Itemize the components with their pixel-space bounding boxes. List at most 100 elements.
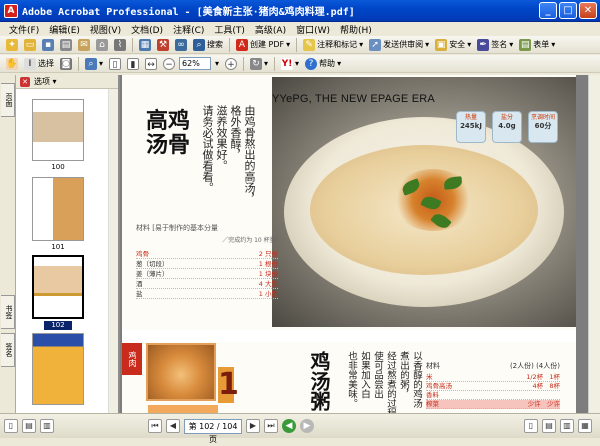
help-button[interactable]: ? 帮助 ▾ <box>303 56 343 72</box>
thumbnail-scrollbar[interactable] <box>108 89 118 413</box>
menu-view[interactable]: 视图(V) <box>85 23 126 36</box>
zoom-dropdown[interactable]: ▾ <box>213 56 221 72</box>
page-thumbnail[interactable] <box>32 99 84 161</box>
comments-markup-button[interactable]: ✎ 注释和标记 ▾ <box>301 37 365 53</box>
secondary-toolbar: ✋ I 选择 ◙ ⌕ ▾ ▯ ▮ ↔ − 62% ▾ + ↻ ▾ Y! ▾ ? 帮助 ▾ <box>0 55 600 73</box>
zoom-tool-button[interactable]: ⌕ ▾ <box>83 56 105 72</box>
send-review-button[interactable]: ➚ 发送供审阅 ▾ <box>367 37 431 53</box>
menu-file[interactable]: 文件(F) <box>4 23 44 36</box>
maximize-button[interactable]: □ <box>559 2 577 19</box>
go-forward-button[interactable]: ▶ <box>300 419 314 433</box>
organizer-button[interactable]: ⌂ <box>94 37 110 53</box>
page-thumbnail[interactable] <box>32 177 84 241</box>
page-thumbnail[interactable] <box>32 333 84 405</box>
document-view[interactable]: 热量 245kJ 盐分 4.0g 烹调时间 60分 YYePG, THE NEW EP… <box>120 75 588 413</box>
camera-icon: ◙ <box>60 57 72 70</box>
select-tool-button[interactable]: I 选择 <box>22 56 56 72</box>
open-button[interactable]: ▭ <box>22 37 38 53</box>
send-review-icon: ➚ <box>369 38 382 51</box>
recipe-text-line: 如果加入白 <box>359 351 370 399</box>
save-button[interactable]: ▪ <box>40 37 56 53</box>
document-scrollbar[interactable] <box>588 75 600 413</box>
print-button[interactable]: ▤ <box>58 37 74 53</box>
next-page-button[interactable]: ▶ <box>246 419 260 433</box>
first-page-button[interactable]: ⏮ <box>148 419 162 433</box>
recipe-row-name: 香料 <box>426 391 439 399</box>
create-new-button[interactable]: ✦ <box>4 37 20 53</box>
yahoo-button[interactable]: Y! ▾ <box>279 56 301 72</box>
ingredient-row: 盐 1 小匙 <box>136 289 278 299</box>
tools-icon: ⚒ <box>157 38 169 51</box>
menu-help[interactable]: 帮助(H) <box>335 23 377 36</box>
recipe-row-name: 米 <box>426 373 433 381</box>
chevron-down-icon: ▾ <box>425 40 430 49</box>
chevron-down-icon: ▾ <box>509 40 514 49</box>
binoculars-button[interactable]: ∞ <box>173 37 189 53</box>
delete-icon[interactable]: ✕ <box>20 76 30 87</box>
menu-edit[interactable]: 编辑(E) <box>44 23 85 36</box>
page-number-field[interactable]: 第 102 / 104 页 <box>184 418 242 444</box>
menu-tools[interactable]: 工具(T) <box>209 23 250 36</box>
zoom-in-button[interactable]: + <box>223 56 239 72</box>
page-thumbnail-selected[interactable] <box>32 255 84 319</box>
view-single-button[interactable]: ▯ <box>524 419 538 433</box>
go-back-button[interactable]: ◀ <box>282 419 296 433</box>
clipboard-icon: ▦ <box>139 38 151 51</box>
window-controls: _ □ ✕ <box>539 2 597 19</box>
intro-line: 滋养效果好。 <box>215 105 228 171</box>
clipboard-button[interactable]: ▦ <box>137 37 153 53</box>
chevron-down-icon: ▾ <box>215 59 220 68</box>
pdf-page: 热量 245kJ 盐分 4.0g 烹调时间 60分 YYePG, THE NEW EP… <box>122 75 576 413</box>
tab-signatures[interactable]: 签名 <box>1 333 15 367</box>
last-page-button[interactable]: ⏭ <box>264 419 278 433</box>
menu-comments[interactable]: 注释(C) <box>168 23 209 36</box>
main-toolbar: ✦ ▭ ▪ ▤ ✉ ⌂ ⌇ ▦ ⚒ ∞ ⌕ 搜索 A 创建 PDF ▾ ✎ 注释和标记 ▾… <box>0 36 600 54</box>
minus-icon: − <box>163 57 176 70</box>
tab-bookmarks[interactable]: 书签 <box>1 295 15 329</box>
view-continuous-button[interactable]: ▤ <box>542 419 556 433</box>
sign-button[interactable]: ✒ 签名 ▾ <box>475 37 515 53</box>
menu-advanced[interactable]: 高级(A) <box>250 23 291 36</box>
options-menu[interactable]: 选项 ▾ <box>34 76 57 87</box>
zoom-level-input[interactable]: 62% <box>179 57 212 70</box>
email-button[interactable]: ✉ <box>76 37 92 53</box>
secure-button[interactable]: ▣ 安全 ▾ <box>433 37 473 53</box>
view-facing-button[interactable]: ▥ <box>560 419 574 433</box>
fit-width-button[interactable]: ↔ <box>143 56 159 72</box>
chevron-down-icon: ▾ <box>264 59 269 68</box>
menu-window[interactable]: 窗口(W) <box>291 23 335 36</box>
recipe-row: 米 1/2杯 1杯 <box>426 373 560 382</box>
continuous-button[interactable]: ▤ <box>22 419 36 433</box>
ingredient-row: 葱（切段） 1 根份 <box>136 259 278 269</box>
create-pdf-button[interactable]: A 创建 PDF ▾ <box>234 37 292 53</box>
view-continuous-facing-button[interactable]: ▦ <box>578 419 592 433</box>
recipe-header-right: (2人份) (4人份) <box>509 362 560 370</box>
recipe-row-amount-a: 少许 <box>527 400 541 408</box>
prev-page-button[interactable]: ◀ <box>166 419 180 433</box>
cursor-icon: I <box>24 57 36 70</box>
tools-button[interactable]: ⚒ <box>155 37 171 53</box>
toolbar-separator <box>243 56 245 71</box>
forms-button[interactable]: ▤ 表单 ▾ <box>517 37 557 53</box>
actual-size-button[interactable]: ▯ <box>107 56 123 72</box>
send-review-label: 发送供审阅 <box>383 40 424 49</box>
attach-button[interactable]: ⌇ <box>112 37 128 53</box>
recipe-text-line: 也非常美味。 <box>346 351 357 408</box>
menu-document[interactable]: 文档(D) <box>126 23 168 36</box>
search-button[interactable]: ⌕ 搜索 <box>191 37 225 53</box>
rotate-button[interactable]: ↻ ▾ <box>248 56 270 72</box>
single-page-button[interactable]: ▯ <box>4 419 18 433</box>
fit-page-button[interactable]: ▮ <box>125 56 141 72</box>
acrobat-app-icon[interactable]: A <box>4 3 18 18</box>
ingredient-name: 葱（切段） <box>136 260 169 268</box>
badge-caption: 热量 <box>464 114 477 121</box>
zoom-out-button[interactable]: − <box>161 56 177 72</box>
tab-pages[interactable]: 页面 <box>1 83 15 117</box>
facing-button[interactable]: ▥ <box>40 419 54 433</box>
hand-tool-button[interactable]: ✋ <box>4 56 20 72</box>
help-label: 帮助 <box>319 59 336 68</box>
chevron-down-icon: ▾ <box>52 77 57 86</box>
minimize-button[interactable]: _ <box>539 2 557 19</box>
snapshot-button[interactable]: ◙ <box>58 56 74 72</box>
close-button[interactable]: ✕ <box>579 2 597 19</box>
